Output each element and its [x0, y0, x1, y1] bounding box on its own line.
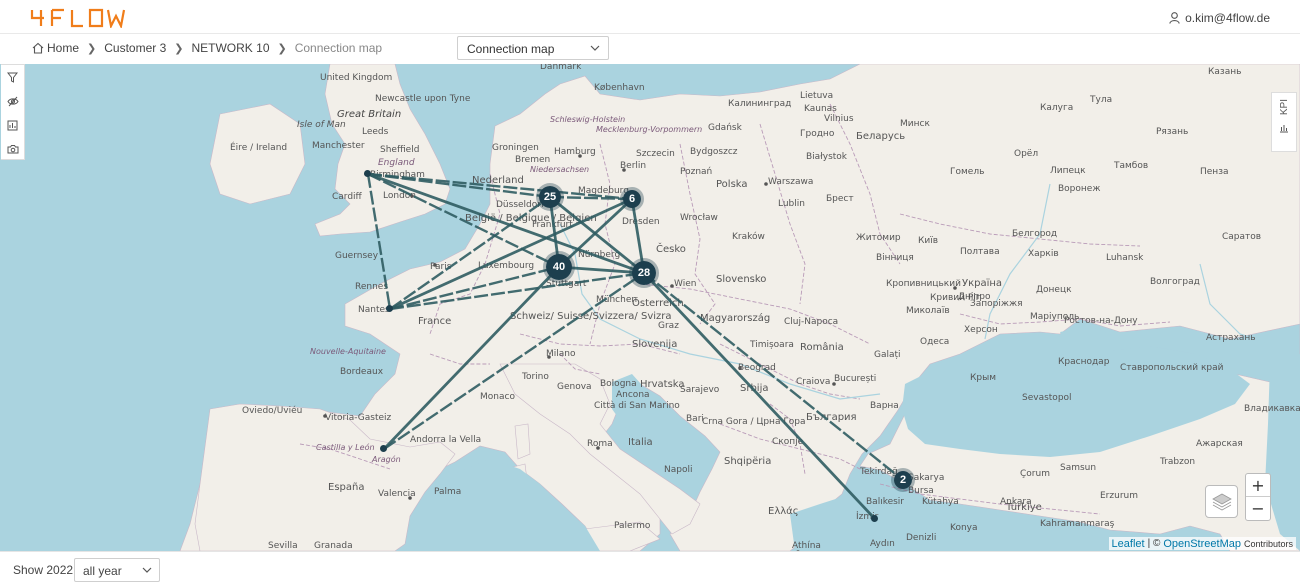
period-select[interactable]: all year: [74, 558, 160, 582]
hub-marker-izmir[interactable]: [871, 515, 878, 522]
visibility-tool[interactable]: [5, 93, 21, 109]
hub-count: 2: [899, 474, 907, 486]
layers-icon: [1211, 493, 1232, 510]
hub-count: 25: [543, 191, 557, 203]
chevron-right-icon: ❯: [174, 42, 184, 55]
map-attribution: Leaflet | © OpenStreetMap Contributors: [1108, 537, 1296, 550]
period-select-value: all year: [83, 564, 122, 578]
hub-cluster-magdeburg[interactable]: 6: [620, 187, 644, 211]
app-logo[interactable]: [30, 8, 126, 28]
camera-icon: [7, 145, 18, 154]
map-tools: [1, 64, 25, 160]
user-email: o.kim@4flow.de: [1185, 11, 1270, 25]
kpi-label: KPI: [1278, 99, 1290, 116]
route-nantes-dusseldorf[interactable]: [389, 196, 551, 310]
attribution-contributors: Contributors: [1243, 538, 1293, 549]
breadcrumb-home[interactable]: Home: [47, 41, 79, 55]
show-year-label: Show 2022: [13, 563, 74, 577]
layers-button[interactable]: [1205, 485, 1238, 518]
route-aragon-vienna[interactable]: [383, 272, 645, 450]
bottom-bar: Show 2022 all year: [0, 551, 1300, 588]
breadcrumb-customer[interactable]: Customer 3: [104, 41, 166, 55]
hub-count: 28: [637, 267, 651, 279]
hub-count: 40: [552, 261, 566, 273]
filter-icon: [7, 72, 18, 83]
snapshot-tool[interactable]: [5, 141, 21, 157]
hub-marker-nantes[interactable]: [386, 305, 393, 312]
route-vienna-izmir[interactable]: [642, 272, 877, 520]
route-layer: [366, 172, 904, 520]
zoom-in-button[interactable]: +: [1246, 474, 1270, 497]
attribution-separator: | ©: [1147, 538, 1161, 549]
hub-marker-aragon[interactable]: [380, 445, 387, 452]
route-birmingham-nantes[interactable]: [366, 173, 392, 310]
hub-cluster-vienna[interactable]: 28: [629, 258, 659, 288]
zoom-control: + −: [1245, 473, 1271, 521]
user-icon: [1169, 12, 1180, 24]
report-icon: [7, 120, 18, 130]
hub-cluster-stuttgart[interactable]: 40: [543, 251, 575, 283]
top-bar: o.kim@4flow.de: [0, 0, 1300, 34]
route-birmingham-vienna[interactable]: [367, 172, 645, 275]
report-tool[interactable]: [5, 117, 21, 133]
chevron-down-icon: [142, 567, 152, 573]
breadcrumb-network[interactable]: NETWORK 10: [191, 41, 269, 55]
breadcrumb-bar: Home ❯ Customer 3 ❯ NETWORK 10 ❯ Connect…: [0, 34, 1300, 64]
chevron-down-icon: [590, 45, 600, 51]
user-menu[interactable]: o.kim@4flow.de: [1169, 11, 1270, 25]
zoom-out-button[interactable]: −: [1246, 497, 1270, 520]
view-select-value: Connection map: [467, 42, 555, 56]
breadcrumb-current: Connection map: [294, 41, 383, 55]
osm-link[interactable]: OpenStreetMap: [1163, 538, 1241, 550]
bar-chart-icon: [1280, 125, 1288, 133]
hub-cluster-dusseldorf[interactable]: 25: [536, 183, 564, 211]
hub-marker-birmingham[interactable]: [364, 170, 371, 177]
kpi-panel[interactable]: KPI: [1271, 92, 1297, 152]
connection-map[interactable]: United Kingdom Great Britain Isle of Man…: [0, 64, 1300, 551]
route-birmingham-magdeburg[interactable]: [367, 172, 633, 201]
hub-cluster-bursa[interactable]: 2: [891, 468, 915, 492]
chevron-right-icon: ❯: [87, 42, 97, 55]
route-vienna-bursa[interactable]: [643, 272, 904, 481]
hub-count: 6: [628, 193, 636, 205]
route-birmingham-stuttgart[interactable]: [367, 172, 560, 269]
view-select[interactable]: Connection map: [457, 36, 609, 60]
leaflet-link[interactable]: Leaflet: [1112, 538, 1145, 550]
filter-tool[interactable]: [5, 69, 21, 85]
breadcrumb: Home ❯ Customer 3 ❯ NETWORK 10 ❯ Connect…: [32, 41, 382, 55]
eye-off-icon: [6, 96, 19, 106]
chevron-right-icon: ❯: [277, 42, 287, 55]
home-icon[interactable]: [32, 42, 44, 54]
